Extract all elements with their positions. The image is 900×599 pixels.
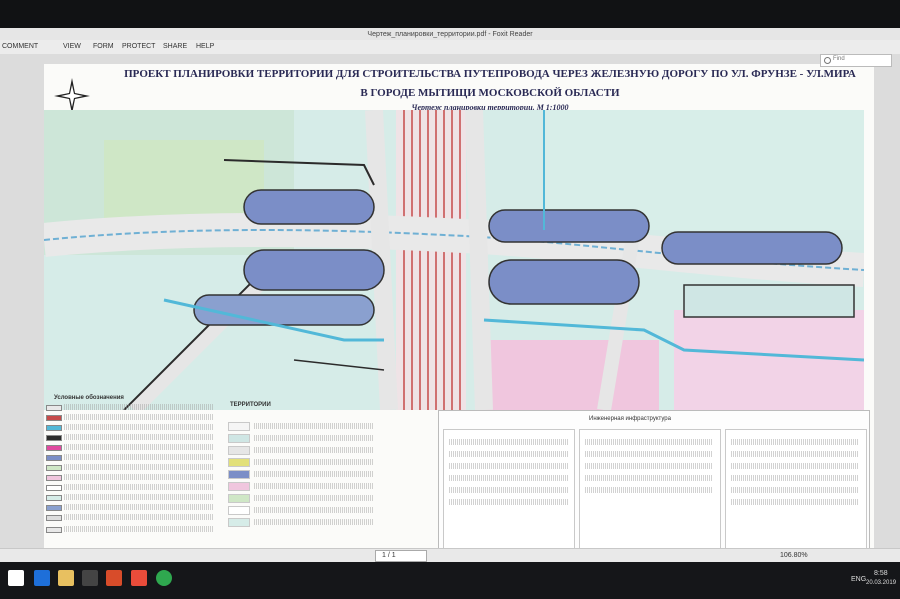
search-placeholder: Find [833, 56, 845, 62]
store-icon[interactable] [82, 570, 98, 586]
zone-pink [484, 340, 659, 410]
legend-row [46, 526, 216, 533]
legend-row [46, 444, 216, 451]
language-indicator[interactable]: ENG [851, 576, 866, 583]
foxit-icon[interactable] [131, 570, 147, 586]
legend-territories-title: ТЕРРИТОРИИ [230, 402, 271, 408]
page-number-field[interactable]: 1 / 1 [375, 550, 427, 562]
interchange-island-6 [661, 231, 843, 265]
railway-corridor [396, 110, 466, 410]
clock-time[interactable]: 8:58 [874, 570, 888, 577]
interchange-island-3 [193, 294, 375, 326]
plan-title-line2: В ГОРОДЕ МЫТИЩИ МОСКОВСКОЙ ОБЛАСТИ [360, 87, 620, 99]
menu-item-form[interactable]: FORM [93, 43, 114, 50]
interchange-island-1 [243, 189, 375, 225]
search-input[interactable]: Find [820, 54, 892, 67]
legend-engineering-title: Инженерная инфраструктура [589, 416, 671, 422]
zoom-level[interactable]: 106.80% [780, 552, 808, 559]
mail-icon[interactable] [106, 570, 122, 586]
legend-row [46, 474, 216, 481]
cross-road-east [465, 110, 493, 410]
menu-item-view[interactable]: VIEW [63, 43, 81, 50]
legend-engineering: Инженерная инфраструктура [438, 410, 870, 552]
menu-item-comment[interactable]: COMMENT [2, 43, 38, 50]
search-icon [824, 57, 831, 64]
legend-row [46, 464, 216, 471]
legend-symbols-title: Условные обозначения [54, 395, 124, 401]
menu-item-protect[interactable]: PROTECT [122, 43, 155, 50]
interchange-island-2 [243, 249, 385, 291]
taskbar: ENG 8:58 20.03.2019 [0, 562, 900, 599]
legend-row [46, 404, 216, 411]
interchange-island-5 [488, 259, 640, 305]
menu-item-share[interactable]: SHARE [163, 43, 187, 50]
folder-icon[interactable] [58, 570, 74, 586]
page-number: 1 / 1 [382, 552, 396, 559]
zone-pink-east [674, 310, 864, 410]
plan-title: ПРОЕКТ ПЛАНИРОВКИ ТЕРРИТОРИИ ДЛЯ СТРОИТЕ… [124, 68, 856, 80]
status-bar: 1 / 1 106.80% [0, 548, 900, 563]
edge-icon[interactable] [34, 570, 50, 586]
interchange-island-4 [488, 209, 650, 243]
window-title: Чертеж_планировки_территории.pdf - Foxit… [367, 31, 533, 38]
legend-row [46, 494, 216, 501]
menu-item-help[interactable]: HELP [196, 43, 214, 50]
menu-bar: COMMENT VIEW FORM PROTECT SHARE HELP [0, 40, 900, 55]
legend-row [46, 424, 216, 431]
legend-row [46, 454, 216, 461]
chrome-icon[interactable] [156, 570, 172, 586]
legend-row [46, 414, 216, 421]
legend-row [46, 434, 216, 441]
legend-territories: ТЕРРИТОРИИ [220, 400, 435, 548]
clock-date[interactable]: 20.03.2019 [866, 580, 896, 586]
zone-green [104, 140, 264, 220]
start-icon[interactable] [8, 570, 24, 586]
planning-map [44, 110, 864, 410]
screen: Чертеж_планировки_территории.pdf - Foxit… [0, 0, 900, 599]
legend-row [46, 484, 216, 491]
legend-row [46, 504, 216, 511]
legend-row [46, 514, 216, 521]
legend-symbols: Условные обозначения [46, 395, 216, 545]
